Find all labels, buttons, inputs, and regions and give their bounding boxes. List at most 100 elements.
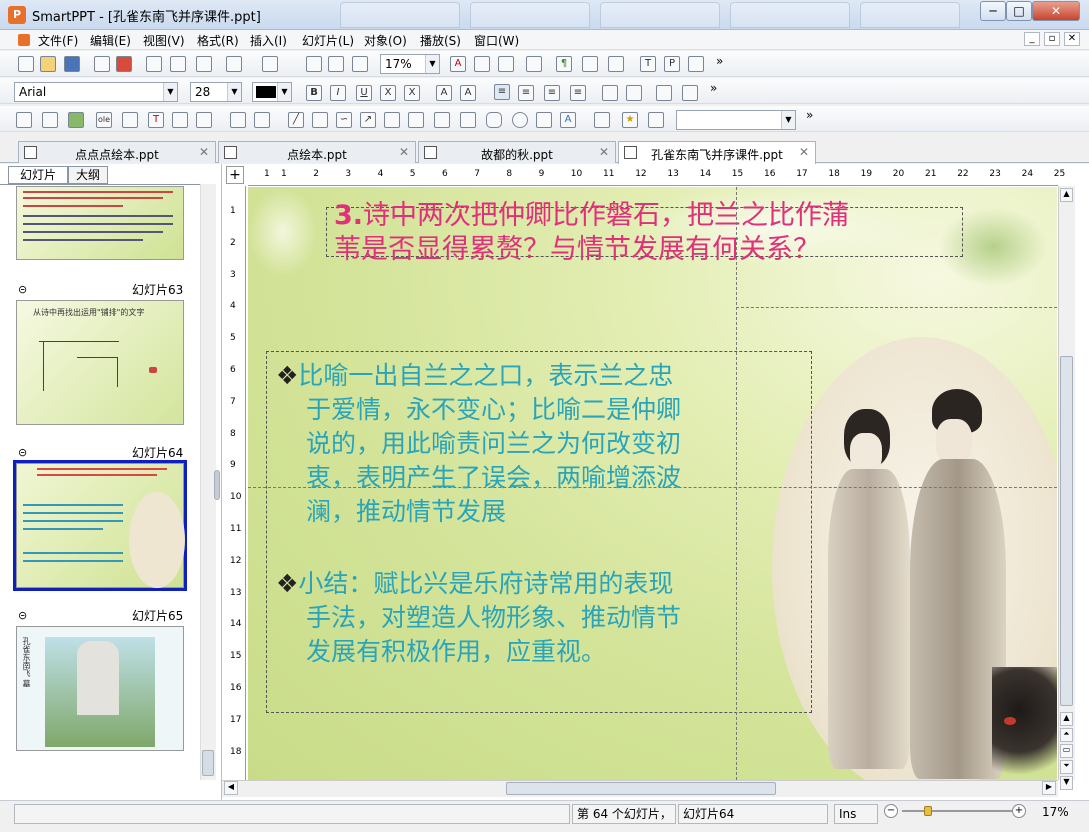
horizontal-scroll-thumb[interactable] [506, 782, 776, 795]
open-folder-icon[interactable] [40, 56, 56, 72]
textbox-icon[interactable] [16, 112, 32, 128]
bullet-list-icon[interactable] [656, 85, 672, 101]
close-icon[interactable]: ✕ [799, 145, 809, 159]
menu-file[interactable]: 文件(F) [38, 32, 78, 49]
tab-outline[interactable]: 大纲 [68, 166, 108, 184]
redo-icon[interactable] [262, 56, 278, 72]
menu-insert[interactable]: 插入(I) [250, 32, 287, 49]
tab-document-active[interactable]: 孔雀东南飞并序课件.ppt ✕ [618, 141, 816, 165]
format-icon[interactable] [474, 56, 490, 72]
align-objects-icon[interactable] [594, 112, 610, 128]
group-icon[interactable] [230, 112, 246, 128]
close-icon[interactable]: ✕ [199, 145, 209, 159]
next-page-icon[interactable]: ⏷ [1060, 760, 1073, 774]
new-icon[interactable] [18, 56, 34, 72]
maximize-button[interactable]: □ [1006, 1, 1032, 21]
ole-object-icon[interactable]: ole [96, 112, 112, 128]
grow-font-icon[interactable]: A [436, 85, 452, 101]
undo-icon[interactable] [226, 56, 242, 72]
next-slide-icon[interactable]: ▼ [1060, 776, 1073, 790]
editor-scroll-thumb[interactable] [1060, 356, 1073, 706]
align-left-icon[interactable]: ≡ [494, 84, 510, 100]
copy-icon[interactable] [170, 56, 186, 72]
slide-thumbnail-64[interactable] [16, 463, 185, 588]
magnifier-icon[interactable] [352, 56, 368, 72]
spell-check-icon[interactable] [582, 56, 598, 72]
decrease-indent-icon[interactable] [602, 85, 618, 101]
underline-icon[interactable]: U [356, 85, 372, 101]
strikethrough-icon[interactable]: X [380, 85, 396, 101]
format-painter-icon[interactable] [526, 56, 542, 72]
chart-icon[interactable] [122, 112, 138, 128]
minimize-button[interactable]: ─ [980, 1, 1006, 21]
text-mode-icon[interactable]: T [640, 56, 656, 72]
zoom-slider-thumb[interactable] [924, 806, 932, 816]
style-select[interactable]: ▼ [676, 110, 796, 130]
page-setup-icon[interactable] [306, 56, 322, 72]
menu-edit[interactable]: 编辑(E) [90, 32, 131, 49]
zoom-select[interactable]: 17% ▼ [380, 54, 440, 74]
close-icon[interactable]: ✕ [599, 145, 609, 159]
slide-thumbnail-62[interactable] [16, 186, 184, 260]
ruler-origin-icon[interactable]: + [226, 166, 244, 184]
slide-canvas[interactable]: 3.诗中两次把仲卿比作磐石，把兰之比作蒲 苇是否显得累赘？与情节发展有何关系？ … [248, 187, 1057, 780]
font-size-select[interactable]: 28 ▼ [190, 82, 242, 102]
pdf-export-icon[interactable] [116, 56, 132, 72]
tab-slides[interactable]: 幻灯片 [8, 166, 68, 184]
scroll-right-icon[interactable]: ▶ [1042, 781, 1056, 795]
zoom-slider-track[interactable] [902, 810, 1012, 812]
menu-format[interactable]: 格式(R) [197, 32, 239, 49]
menu-view[interactable]: 视图(V) [143, 32, 185, 49]
close-button[interactable]: ✕ [1032, 1, 1080, 21]
tab-document-1[interactable]: 点点点绘本.ppt ✕ [18, 141, 216, 163]
list-format-icon[interactable] [498, 56, 514, 72]
connector-icon[interactable] [384, 112, 400, 128]
ellipse-icon[interactable] [512, 112, 528, 128]
zoom-out-icon[interactable]: − [884, 804, 898, 818]
justify-icon[interactable]: ≡ [570, 85, 586, 101]
italic-icon[interactable]: I [330, 85, 346, 101]
panel-scroll-thumb[interactable] [202, 750, 214, 776]
slide-thumbnail-63[interactable]: 从诗中再找出运用"铺排"的文字 [16, 300, 184, 425]
text-object-icon[interactable]: T [148, 112, 164, 128]
vertical-ruler[interactable]: 1 2 3 4 5 6 7 8 9 10 11 12 13 14 15 16 17 18 [226, 186, 246, 780]
picture-icon[interactable] [68, 112, 84, 128]
numbered-list-icon[interactable] [682, 85, 698, 101]
arrow-icon[interactable]: ↗ [360, 112, 376, 128]
align-center-icon[interactable]: ≡ [518, 85, 534, 101]
mdi-minimize-button[interactable]: _ [1024, 32, 1040, 46]
package-icon[interactable] [688, 56, 704, 72]
tab-document-2[interactable]: 点绘本.ppt ✕ [218, 141, 416, 163]
rectangle-icon[interactable] [460, 112, 476, 128]
scroll-up-icon[interactable]: ▲ [1060, 188, 1073, 202]
paste-icon[interactable] [196, 56, 212, 72]
bold-icon[interactable]: B [306, 85, 322, 101]
frame-icon[interactable] [172, 112, 188, 128]
font-color-select[interactable]: ▼ [252, 82, 292, 102]
shrink-font-icon[interactable]: A [460, 85, 476, 101]
tab-document-3[interactable]: 故都的秋.ppt ✕ [418, 141, 616, 163]
frame2-icon[interactable] [196, 112, 212, 128]
star-icon[interactable]: ★ [622, 112, 638, 128]
pen-icon[interactable] [312, 112, 328, 128]
scroll-left-icon[interactable]: ◀ [224, 781, 238, 795]
panel-splitter-handle[interactable] [214, 470, 220, 500]
save-icon[interactable] [64, 56, 80, 72]
font-name-select[interactable]: Arial ▼ [14, 82, 178, 102]
text-color-icon[interactable]: A [450, 56, 466, 72]
copy-view-icon[interactable]: ▭ [1060, 744, 1073, 758]
paragraph-icon[interactable]: ¶ [556, 56, 572, 72]
toolbar-overflow-icon[interactable]: » [806, 108, 813, 122]
line-icon[interactable]: ╱ [288, 112, 304, 128]
previous-page-icon[interactable]: ⏶ [1060, 728, 1073, 742]
picture-mode-icon[interactable]: P [664, 56, 680, 72]
mdi-restore-button[interactable]: ▫ [1044, 32, 1060, 46]
menu-slide[interactable]: 幻灯片(L) [302, 32, 354, 49]
clear-format-icon[interactable]: X [404, 85, 420, 101]
slide-thumbnail-65[interactable]: 孔雀东南飞 墓 [16, 626, 184, 751]
shapes-icon[interactable] [536, 112, 552, 128]
toolbar-overflow-icon[interactable]: » [716, 54, 723, 68]
close-icon[interactable]: ✕ [399, 145, 409, 159]
increase-indent-icon[interactable] [626, 85, 642, 101]
print-icon[interactable] [94, 56, 110, 72]
